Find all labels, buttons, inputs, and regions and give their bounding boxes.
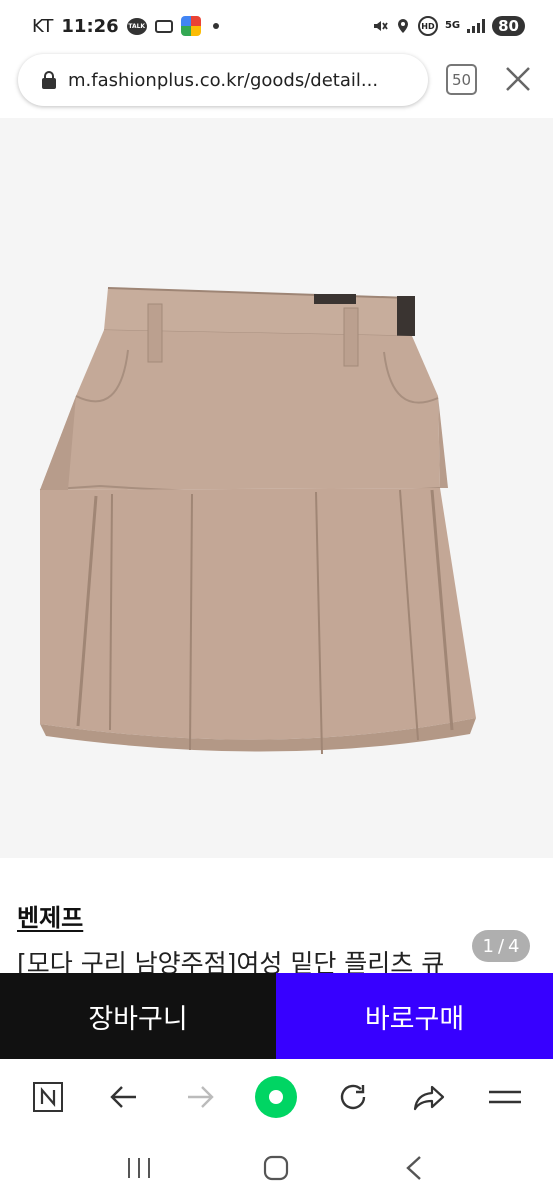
- hd-voice-icon: HD: [417, 16, 438, 36]
- status-right: HD 5G 80: [372, 16, 525, 36]
- action-bar: 장바구니 바로구매: [0, 973, 553, 1059]
- status-left: KT 11:26 TALK: [32, 16, 219, 37]
- battery-level: 80: [492, 16, 525, 36]
- status-bar: KT 11:26 TALK HD 5G 80: [0, 0, 553, 52]
- url-bar[interactable]: m.fashionplus.co.kr/goods/detail...: [18, 54, 428, 106]
- image-counter-separator: /: [497, 935, 505, 957]
- skirt-image: [39, 287, 476, 755]
- naver-n-icon: [33, 1082, 64, 1112]
- system-navigation-bar: [0, 1135, 553, 1200]
- menu-icon: [488, 1090, 521, 1104]
- image-total: 4: [508, 935, 520, 957]
- back-arrow-icon: [110, 1086, 137, 1108]
- url-text[interactable]: m.fashionplus.co.kr/goods/detail...: [68, 70, 408, 91]
- tabs-count-button[interactable]: 50: [446, 64, 477, 95]
- lock-icon: [42, 71, 56, 89]
- naver-button[interactable]: [26, 1075, 70, 1119]
- menu-button[interactable]: [483, 1075, 527, 1119]
- maps-icon: [180, 16, 201, 36]
- clock: 11:26: [61, 15, 119, 37]
- share-icon: [413, 1085, 444, 1111]
- brand-link[interactable]: 벤제프: [17, 898, 83, 933]
- network-type: 5G: [444, 20, 461, 31]
- close-icon[interactable]: [503, 64, 533, 94]
- refresh-icon: [340, 1084, 365, 1110]
- back-icon: [406, 1155, 421, 1180]
- back-button[interactable]: [102, 1075, 146, 1119]
- add-to-cart-button[interactable]: 장바구니: [0, 973, 276, 1059]
- recent-apps-icon: [127, 1157, 150, 1178]
- carrier-name: KT: [32, 15, 54, 37]
- signal-icon: [467, 19, 486, 33]
- image-index: 1: [482, 935, 494, 957]
- recent-apps-button[interactable]: [119, 1148, 159, 1188]
- forward-arrow-icon: [188, 1086, 215, 1108]
- more-notifications-dot-icon: [212, 23, 219, 29]
- home-green-icon: [255, 1076, 298, 1118]
- product-image[interactable]: 1 / 4: [0, 118, 553, 962]
- buy-now-button[interactable]: 바로구매: [276, 973, 553, 1059]
- image-counter: 1 / 4: [472, 930, 530, 962]
- share-button[interactable]: [407, 1075, 451, 1119]
- mute-icon: [373, 21, 388, 31]
- back-nav-button[interactable]: [394, 1148, 434, 1188]
- kakaotalk-icon: TALK: [126, 17, 147, 35]
- home-green-button[interactable]: [254, 1075, 298, 1119]
- forward-button[interactable]: [178, 1075, 222, 1119]
- browser-toolbar: [0, 1059, 553, 1135]
- refresh-button[interactable]: [331, 1075, 375, 1119]
- home-button[interactable]: [256, 1148, 296, 1188]
- home-icon: [264, 1155, 289, 1180]
- voicemail-icon: [154, 19, 173, 33]
- location-icon: [397, 19, 408, 33]
